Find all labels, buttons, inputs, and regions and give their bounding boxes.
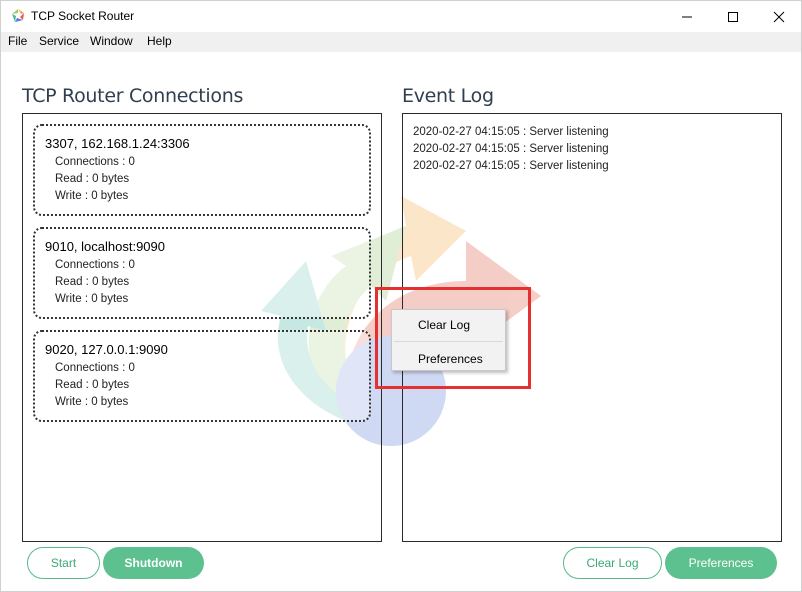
menu-window[interactable]: Window [90,34,133,48]
connection-name: 9020, 127.0.0.1:9090 [45,342,168,357]
maximize-button[interactable] [710,1,756,32]
maximize-icon [728,11,738,22]
connection-write: Write : 0 bytes [55,396,129,408]
connection-write: Write : 0 bytes [55,293,129,305]
connections-title: TCP Router Connections [22,85,244,107]
log-line: 2020-02-27 04:15:05 : Server listening [413,143,609,155]
event-log-title: Event Log [402,85,494,107]
connection-name: 9010, localhost:9090 [45,239,165,254]
title-bar: TCP Socket Router [1,1,801,32]
app-window: TCP Socket Router File Service Window He… [0,0,802,592]
app-logo-icon [12,9,24,22]
connection-card[interactable]: 3307, 162.168.1.24:3306 Connections : 0 … [33,124,371,216]
connection-count: Connections : 0 [55,259,135,271]
connection-count: Connections : 0 [55,362,135,374]
menu-file[interactable]: File [8,34,27,48]
connection-count: Connections : 0 [55,156,135,168]
close-button[interactable] [756,1,802,32]
connection-read: Read : 0 bytes [55,173,130,185]
connection-card[interactable]: 9010, localhost:9090 Connections : 0 Rea… [33,227,371,319]
minimize-icon [682,16,692,17]
minimize-button[interactable] [664,1,710,32]
connection-card[interactable]: 9020, 127.0.0.1:9090 Connections : 0 Rea… [33,330,371,422]
highlight-box [375,287,531,389]
connection-read: Read : 0 bytes [55,276,130,288]
menu-bar: File Service Window Help [1,32,801,52]
shutdown-button[interactable]: Shutdown [103,547,204,579]
log-line: 2020-02-27 04:15:05 : Server listening [413,126,609,138]
connections-panel: 3307, 162.168.1.24:3306 Connections : 0 … [22,113,382,542]
close-icon [773,11,785,22]
log-line: 2020-02-27 04:15:05 : Server listening [413,160,609,172]
window-title: TCP Socket Router [31,9,135,23]
connection-read: Read : 0 bytes [55,379,130,391]
connection-name: 3307, 162.168.1.24:3306 [45,136,190,151]
start-button[interactable]: Start [27,547,100,579]
connection-write: Write : 0 bytes [55,190,129,202]
menu-help[interactable]: Help [147,34,172,48]
menu-service[interactable]: Service [39,34,79,48]
preferences-button[interactable]: Preferences [665,547,777,579]
clear-log-button[interactable]: Clear Log [563,547,662,579]
